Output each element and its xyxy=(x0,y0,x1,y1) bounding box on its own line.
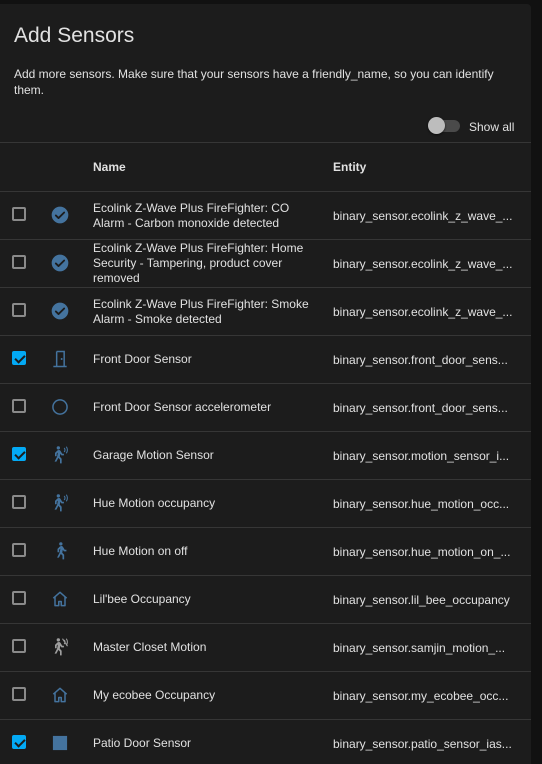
square-icon xyxy=(50,733,70,753)
table-row[interactable]: Garage Motion Sensor binary_sensor.motion… xyxy=(0,432,531,480)
sensor-name: Master Closet Motion xyxy=(93,640,207,654)
sensor-name: Ecolink Z-Wave Plus FireFighter: Smoke A… xyxy=(93,296,309,326)
table-row[interactable]: Ecolink Z-Wave Plus FireFighter: Home Se… xyxy=(0,240,531,288)
sensor-entity-id: binary_sensor.front_door_sens... xyxy=(333,352,508,367)
table-row[interactable]: Hue Motion on off binary_sensor.hue_motio… xyxy=(0,528,531,576)
table-row[interactable]: Patio Door Sensor binary_sensor.patio_sen… xyxy=(0,720,531,764)
sensor-name: Ecolink Z-Wave Plus FireFighter: Home Se… xyxy=(93,241,304,285)
row-checkbox[interactable] xyxy=(12,255,26,269)
column-header-entity[interactable]: Entity xyxy=(333,160,366,174)
sensor-entity-id: binary_sensor.lil_bee_occupancy xyxy=(333,592,510,607)
sensor-entity-id: binary_sensor.samjin_motion_... xyxy=(333,640,506,655)
sensor-table: Name Entity Ecolink Z-Wave Plus FireFigh… xyxy=(0,142,531,764)
circle-outline-icon xyxy=(50,397,70,417)
row-checkbox[interactable] xyxy=(12,543,26,557)
sensor-entity-id: binary_sensor.my_ecobee_occ... xyxy=(333,688,509,703)
table-row[interactable]: Lil'bee Occupancy binary_sensor.lil_bee_o… xyxy=(0,576,531,624)
sensor-entity-id: binary_sensor.hue_motion_on_... xyxy=(333,544,511,559)
add-sensors-dialog: Add Sensors Add more sensors. Make sure … xyxy=(0,4,531,764)
door-closed-icon xyxy=(50,349,70,369)
row-checkbox[interactable] xyxy=(12,399,26,413)
table-header: Name Entity xyxy=(0,142,531,192)
show-all-toggle[interactable] xyxy=(428,115,462,135)
row-checkbox[interactable] xyxy=(12,687,26,701)
table-row[interactable]: Ecolink Z-Wave Plus FireFighter: Smoke A… xyxy=(0,288,531,336)
toggle-thumb xyxy=(428,117,445,134)
row-checkbox[interactable] xyxy=(12,207,26,221)
table-row[interactable]: Master Closet Motion binary_sensor.samjin… xyxy=(0,624,531,672)
sensor-name: Front Door Sensor xyxy=(93,352,192,366)
row-checkbox[interactable] xyxy=(12,591,26,605)
dialog-description: Add more sensors. Make sure that your se… xyxy=(14,67,494,97)
sensor-name: Hue Motion occupancy xyxy=(93,496,216,510)
walk-icon xyxy=(50,541,70,561)
motion-sensor-icon xyxy=(50,445,70,465)
sensor-name: Ecolink Z-Wave Plus FireFighter: CO Alar… xyxy=(93,200,290,230)
sensor-name: Hue Motion on off xyxy=(93,544,188,558)
row-checkbox[interactable] xyxy=(12,351,26,365)
row-checkbox[interactable] xyxy=(12,735,26,749)
sensor-name: Garage Motion Sensor xyxy=(93,448,214,462)
sensor-entity-id: binary_sensor.front_door_sens... xyxy=(333,400,508,415)
table-body: Ecolink Z-Wave Plus FireFighter: CO Alar… xyxy=(0,192,531,764)
table-row[interactable]: Front Door Sensor binary_sensor.front_doo… xyxy=(0,336,531,384)
sensor-entity-id: binary_sensor.patio_sensor_ias... xyxy=(333,736,512,751)
motion-sensor-off-icon xyxy=(50,637,70,657)
sensor-entity-id: binary_sensor.ecolink_z_wave_... xyxy=(333,304,513,319)
check-circle-icon xyxy=(50,205,70,225)
sensor-name: Lil'bee Occupancy xyxy=(93,592,191,606)
table-row[interactable]: Ecolink Z-Wave Plus FireFighter: CO Alar… xyxy=(0,192,531,240)
table-row[interactable]: Hue Motion occupancy binary_sensor.hue_mo… xyxy=(0,480,531,528)
sensor-name: My ecobee Occupancy xyxy=(93,688,216,702)
check-circle-icon xyxy=(50,253,70,273)
table-row[interactable]: Front Door Sensor accelerometer binary_se… xyxy=(0,384,531,432)
row-checkbox[interactable] xyxy=(12,639,26,653)
show-all-label: Show all xyxy=(469,120,515,134)
sensor-name: Patio Door Sensor xyxy=(93,736,192,750)
sensor-entity-id: binary_sensor.hue_motion_occ... xyxy=(333,496,510,511)
row-checkbox[interactable] xyxy=(12,303,26,317)
sensor-entity-id: binary_sensor.motion_sensor_i... xyxy=(333,448,510,463)
sensor-name: Front Door Sensor accelerometer xyxy=(93,400,272,414)
row-checkbox[interactable] xyxy=(12,447,26,461)
dialog-title: Add Sensors xyxy=(14,24,135,47)
check-circle-icon xyxy=(50,301,70,321)
table-row[interactable]: My ecobee Occupancy binary_sensor.my_ecob… xyxy=(0,672,531,720)
home-outline-icon xyxy=(50,589,70,609)
column-header-name[interactable]: Name xyxy=(93,160,126,174)
sensor-entity-id: binary_sensor.ecolink_z_wave_... xyxy=(333,256,513,271)
motion-sensor-icon xyxy=(50,493,70,513)
row-checkbox[interactable] xyxy=(12,495,26,509)
home-outline-icon xyxy=(50,685,70,705)
sensor-entity-id: binary_sensor.ecolink_z_wave_... xyxy=(333,208,513,223)
